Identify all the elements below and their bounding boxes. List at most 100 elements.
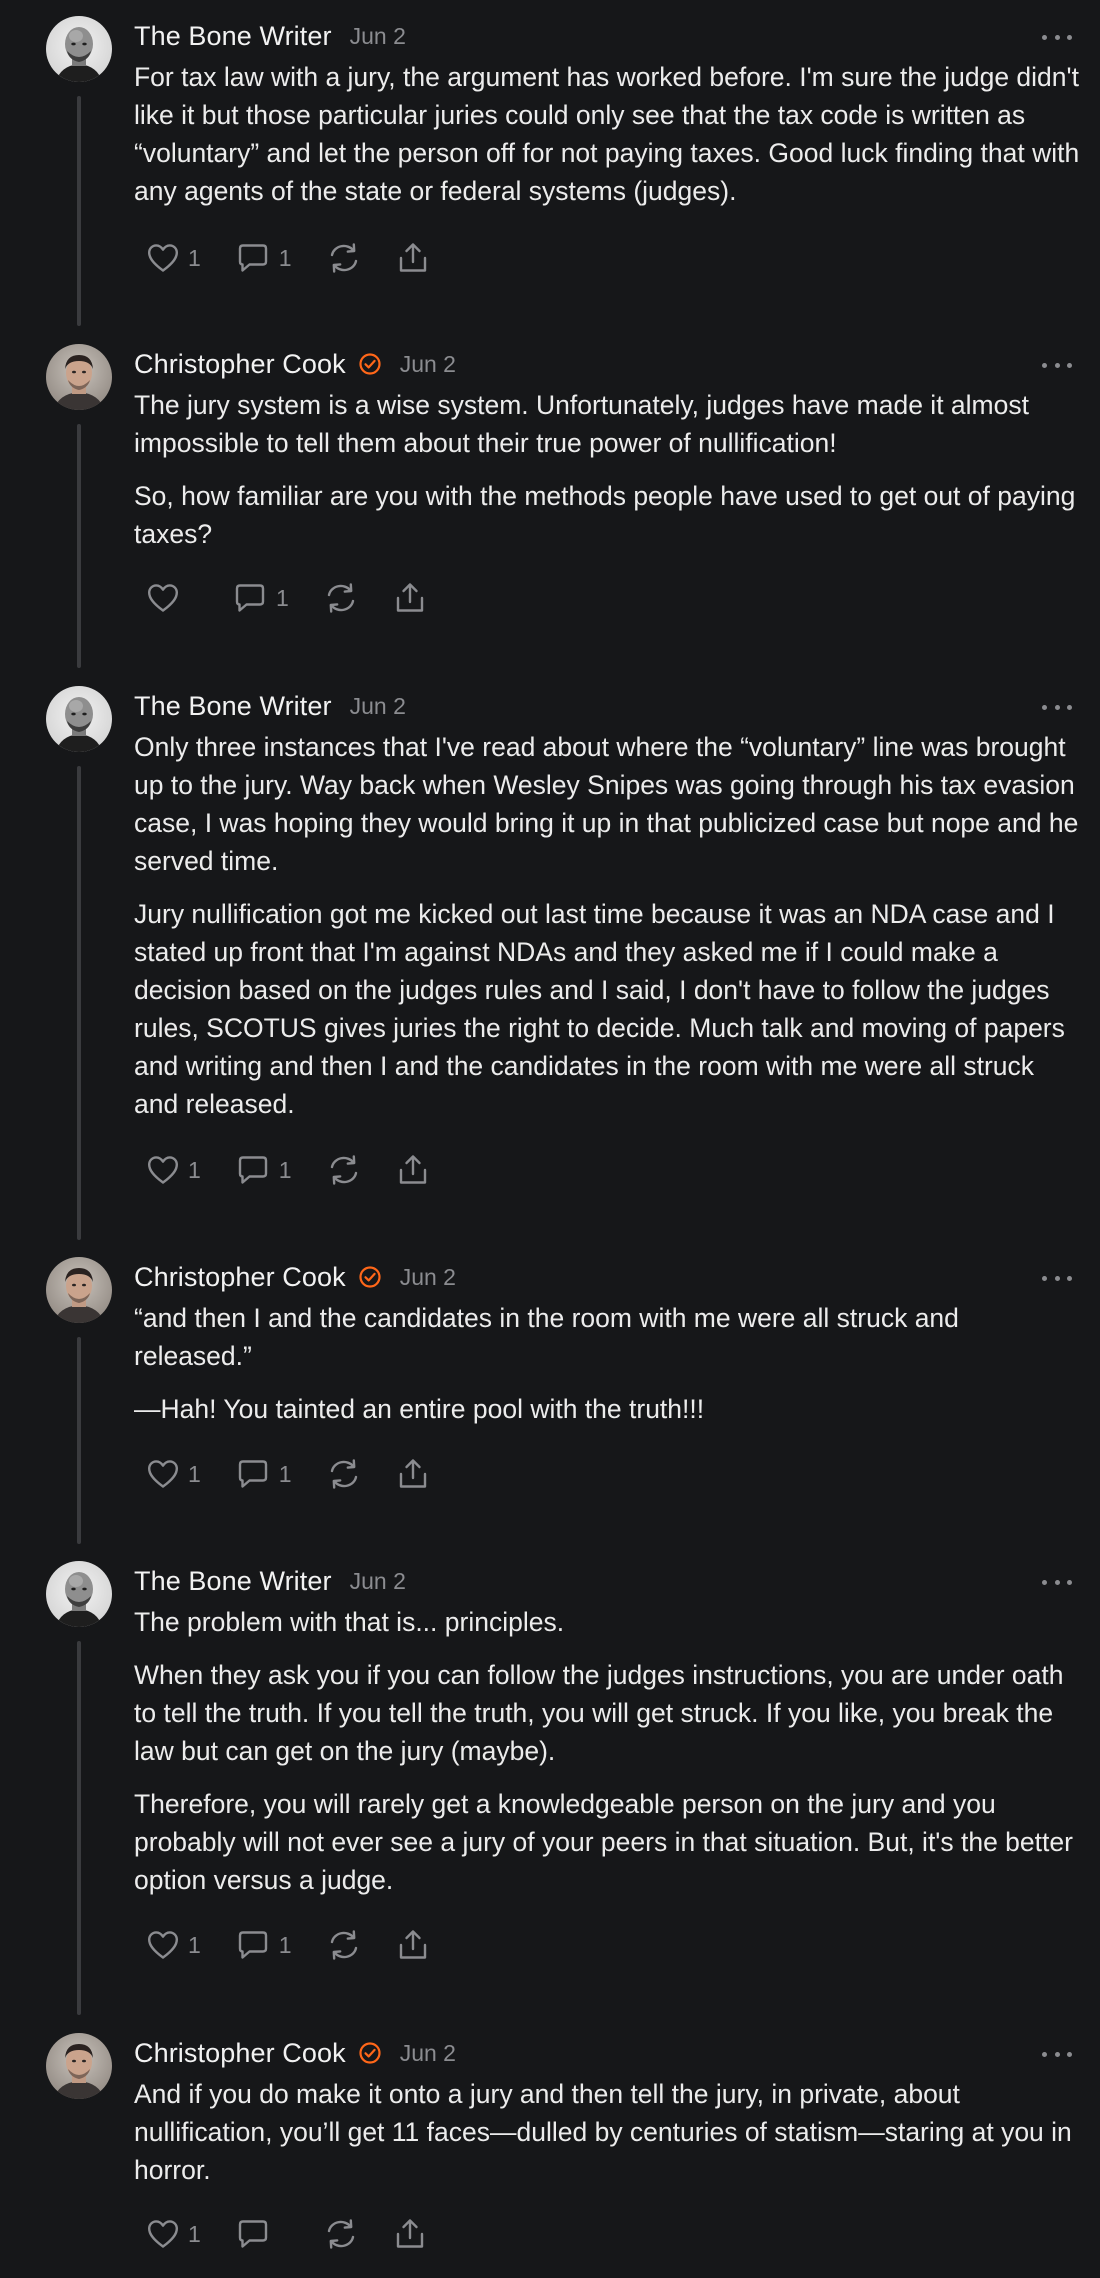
comment-body: Only three instances that I've read abou… <box>134 728 1084 1138</box>
restack-button[interactable] <box>326 241 362 275</box>
thread-line <box>77 424 81 668</box>
author-name[interactable]: The Bone Writer <box>134 21 332 52</box>
more-dot <box>1054 1579 1060 1585</box>
author-name[interactable]: Christopher Cook <box>134 349 346 380</box>
verified-check-icon <box>358 2041 382 2065</box>
more-dot <box>1054 34 1060 40</box>
more-dot <box>1054 1275 1060 1281</box>
reply-button[interactable] <box>235 2217 289 2251</box>
comment-date[interactable]: Jun 2 <box>350 1568 406 1595</box>
comment-actions: 11 <box>146 236 464 280</box>
comment-paragraph: So, how familiar are you with the method… <box>134 481 1076 549</box>
author-name[interactable]: The Bone Writer <box>134 691 332 722</box>
avatar[interactable] <box>46 344 112 410</box>
restack-button[interactable] <box>323 581 359 615</box>
reply-button[interactable]: 1 <box>235 1928 292 1962</box>
more-icon[interactable] <box>1042 2047 1072 2061</box>
like-button[interactable]: 1 <box>146 2217 201 2251</box>
author-name[interactable]: The Bone Writer <box>134 1566 332 1597</box>
share-button[interactable] <box>393 2217 427 2251</box>
author-name[interactable]: Christopher Cook <box>134 2038 346 2069</box>
comment-header: Christopher Cook Jun 2 <box>134 346 456 382</box>
avatar[interactable] <box>46 686 112 752</box>
restack-button[interactable] <box>326 1928 362 1962</box>
restack-button[interactable] <box>326 1153 362 1187</box>
comment-header: The Bone Writer Jun 2 <box>134 1563 406 1599</box>
more-dot <box>1067 1579 1072 1585</box>
comment-paragraph: —Hah! You tainted an entire pool with th… <box>134 1394 705 1424</box>
more-dot <box>1067 704 1072 710</box>
like-button[interactable]: 1 <box>146 1457 201 1491</box>
comment-date[interactable]: Jun 2 <box>350 23 406 50</box>
like-count: 1 <box>188 1931 201 1958</box>
comment-actions: 11 <box>146 1923 464 1967</box>
share-button[interactable] <box>396 1457 430 1491</box>
thread-line <box>77 1337 81 1544</box>
comment-paragraph: For tax law with a jury, the argument ha… <box>134 62 1080 206</box>
more-dot <box>1042 1275 1047 1281</box>
more-icon[interactable] <box>1042 1575 1072 1589</box>
thread-line <box>77 766 81 1240</box>
comment-date[interactable]: Jun 2 <box>350 693 406 720</box>
comment-icon <box>235 1153 271 1187</box>
heart-icon <box>146 241 180 275</box>
more-icon[interactable] <box>1042 700 1072 714</box>
share-button[interactable] <box>396 241 430 275</box>
like-button[interactable]: 1 <box>146 241 201 275</box>
more-dot <box>1042 2051 1047 2057</box>
like-button[interactable]: 1 <box>146 1928 201 1962</box>
comment-actions: 11 <box>146 1148 464 1192</box>
more-icon[interactable] <box>1042 358 1072 372</box>
more-dot <box>1067 34 1072 40</box>
comment-header: Christopher Cook Jun 2 <box>134 2035 456 2071</box>
avatar[interactable] <box>46 1561 112 1627</box>
reply-button[interactable]: 1 <box>235 241 292 275</box>
author-name[interactable]: Christopher Cook <box>134 1262 346 1293</box>
share-icon <box>396 241 430 275</box>
heart-icon <box>146 1928 180 1962</box>
avatar[interactable] <box>46 2033 112 2099</box>
like-button[interactable] <box>146 581 198 615</box>
restack-button[interactable] <box>323 2217 359 2251</box>
comment-date[interactable]: Jun 2 <box>400 2040 456 2067</box>
restack-button[interactable] <box>326 1457 362 1491</box>
share-button[interactable] <box>396 1928 430 1962</box>
comment-actions: 1 <box>146 2212 461 2256</box>
reply-count: 1 <box>278 1931 292 1958</box>
thread-line <box>77 96 81 326</box>
comment-header: The Bone Writer Jun 2 <box>134 688 406 724</box>
like-count: 1 <box>188 244 201 271</box>
share-icon <box>396 1928 430 1962</box>
comment-icon <box>235 1928 271 1962</box>
more-icon[interactable] <box>1042 30 1072 44</box>
like-button[interactable]: 1 <box>146 1153 201 1187</box>
comment-paragraph: When they ask you if you can follow the … <box>134 1660 1064 1766</box>
verified-check-icon <box>358 1265 382 1289</box>
share-button[interactable] <box>393 581 427 615</box>
share-icon <box>396 1153 430 1187</box>
comment-body: “and then I and the candidates in the ro… <box>134 1299 1084 1443</box>
comment-date[interactable]: Jun 2 <box>400 351 456 378</box>
comment-actions: 11 <box>146 1452 464 1496</box>
comment-body: And if you do make it onto a jury and th… <box>134 2075 1084 2204</box>
heart-icon <box>146 581 180 615</box>
share-button[interactable] <box>396 1153 430 1187</box>
heart-icon <box>146 1153 180 1187</box>
comment-actions: 1 <box>146 576 461 620</box>
reply-button[interactable]: 1 <box>235 1457 292 1491</box>
share-icon <box>393 2217 427 2251</box>
comment-paragraph: Therefore, you will rarely get a knowled… <box>134 1789 1073 1895</box>
comment-body: For tax law with a jury, the argument ha… <box>134 58 1084 225</box>
restack-icon <box>323 581 359 615</box>
avatar[interactable] <box>46 16 112 82</box>
comment-header: The Bone Writer Jun 2 <box>134 18 406 54</box>
reply-count: 1 <box>278 1156 292 1183</box>
restack-icon <box>326 1928 362 1962</box>
reply-button[interactable]: 1 <box>232 581 289 615</box>
comment-date[interactable]: Jun 2 <box>400 1264 456 1291</box>
more-dot <box>1042 1579 1047 1585</box>
comment-icon <box>235 241 271 275</box>
reply-button[interactable]: 1 <box>235 1153 292 1187</box>
avatar[interactable] <box>46 1257 112 1323</box>
more-icon[interactable] <box>1042 1271 1072 1285</box>
